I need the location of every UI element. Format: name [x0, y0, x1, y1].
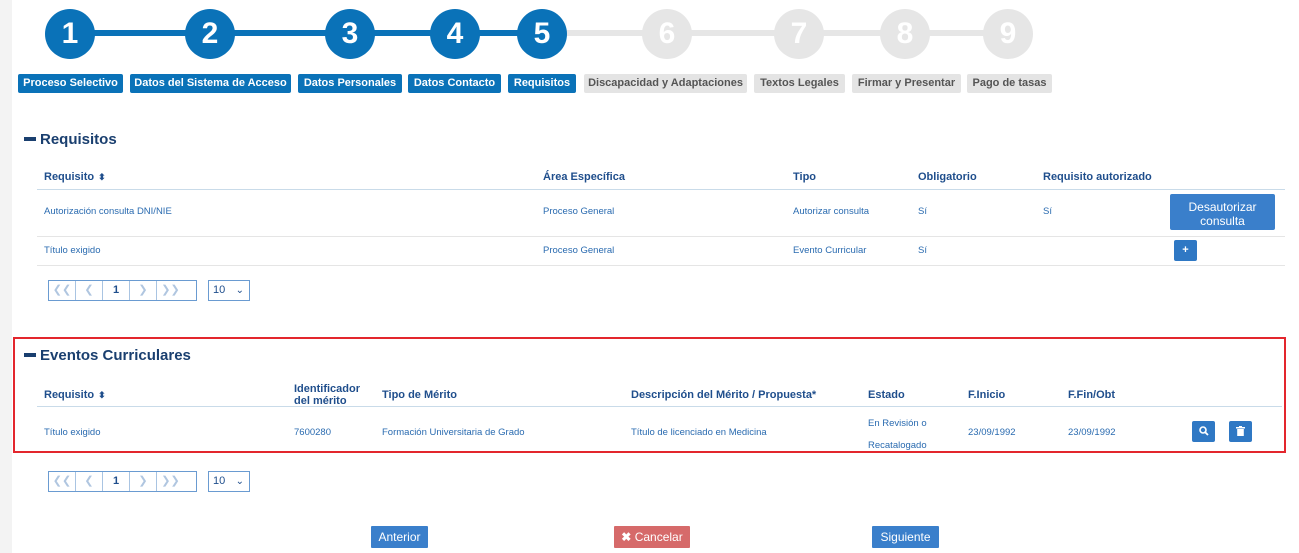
sort-icon: ⬍ — [98, 390, 106, 400]
tab-datos-sistema-acceso[interactable]: Datos del Sistema de Acceso — [130, 74, 291, 93]
col-header-estado: Estado — [868, 389, 905, 401]
step-9: 9 — [983, 9, 1033, 59]
last-page-button[interactable]: ❯❯ — [157, 472, 184, 491]
step-4[interactable]: 4 — [430, 9, 480, 59]
add-evento-button[interactable]: + — [1174, 240, 1197, 261]
chevron-down-icon: ⌄ — [235, 476, 244, 487]
desautorizar-consulta-button[interactable]: Desautorizar consulta — [1170, 194, 1275, 230]
requisitos-title-text: Requisitos — [40, 131, 117, 148]
eventos-title-text: Eventos Curriculares — [40, 347, 191, 364]
tab-textos-legales[interactable]: Textos Legales — [754, 74, 845, 93]
col-header-autorizado: Requisito autorizado — [1043, 171, 1152, 183]
cell-descripcion: Título de licenciado en Medicina — [631, 427, 767, 438]
first-page-button[interactable]: ❮❮ — [49, 472, 76, 491]
cell-obligatorio: Sí — [918, 245, 927, 256]
cell-autorizado: Sí — [1043, 206, 1052, 217]
tab-firmar-presentar[interactable]: Firmar y Presentar — [852, 74, 961, 93]
eventos-section-title[interactable]: Eventos Curriculares — [24, 347, 191, 364]
page-number[interactable]: 1 — [103, 281, 130, 300]
last-page-button[interactable]: ❯❯ — [157, 281, 184, 300]
cell-fin: 23/09/1992 — [1068, 427, 1116, 438]
col-header-fin: F.Fin/Obt — [1068, 389, 1116, 401]
cell-area: Proceso General — [543, 245, 615, 256]
col-header-tipo-merito: Tipo de Mérito — [382, 389, 457, 401]
requisitos-section-title[interactable]: Requisitos — [24, 131, 117, 148]
requisitos-pagination: ❮❮ ❮ 1 ❯ ❯❯ — [48, 280, 197, 301]
cell-obligatorio: Sí — [918, 206, 927, 217]
cell-inicio: 23/09/1992 — [968, 427, 1016, 438]
close-icon: ✖ — [621, 530, 632, 544]
cell-tipo: Evento Curricular — [793, 245, 867, 256]
next-page-button[interactable]: ❯ — [130, 472, 157, 491]
col-header-identificador: Identificador del mérito — [294, 383, 361, 407]
view-evento-button[interactable] — [1192, 421, 1215, 442]
page-size-value: 10 — [213, 284, 226, 296]
table-header-divider — [37, 189, 1285, 190]
cell-requisito: Título exigido — [44, 245, 101, 256]
step-2[interactable]: 2 — [185, 9, 235, 59]
cell-requisito: Autorización consulta DNI/NIE — [44, 206, 172, 217]
step-1[interactable]: 1 — [45, 9, 95, 59]
col-header-area: Área Específica — [543, 171, 625, 183]
step-5[interactable]: 5 — [517, 9, 567, 59]
page-size-value: 10 — [213, 475, 226, 487]
step-7: 7 — [774, 9, 824, 59]
col-header-requisito[interactable]: Requisito ⬍ — [44, 389, 106, 401]
col-header-requisito-label: Requisito — [44, 171, 95, 183]
first-page-button[interactable]: ❮❮ — [49, 281, 76, 300]
page-size-select[interactable]: 10 ⌄ — [208, 280, 250, 301]
delete-evento-button[interactable] — [1229, 421, 1252, 442]
progress-stepper: 1 2 3 4 5 6 7 8 9 — [0, 0, 1299, 66]
anterior-button[interactable]: Anterior — [371, 526, 428, 548]
search-icon — [1198, 426, 1209, 436]
cell-estado: En Revisión o Recatalogado — [868, 418, 927, 451]
tab-datos-personales[interactable]: Datos Personales — [298, 74, 402, 93]
cell-identificador: 7600280 — [294, 427, 331, 438]
cell-tipo-merito: Formación Universitaria de Grado — [382, 427, 525, 438]
col-header-requisito[interactable]: Requisito ⬍ — [44, 171, 106, 183]
prev-page-button[interactable]: ❮ — [76, 472, 103, 491]
cell-requisito: Título exigido — [44, 427, 101, 438]
col-header-inicio: F.Inicio — [968, 389, 1006, 401]
table-row-divider — [37, 265, 1285, 266]
table-row-divider — [37, 236, 1285, 237]
col-header-obligatorio: Obligatorio — [918, 171, 977, 183]
tab-pago-tasas[interactable]: Pago de tasas — [967, 74, 1052, 93]
chevron-down-icon: ⌄ — [235, 285, 244, 296]
cell-tipo: Autorizar consulta — [793, 206, 870, 217]
collapse-icon — [24, 352, 36, 357]
page-size-select[interactable]: 10 ⌄ — [208, 471, 250, 492]
cancelar-button[interactable]: ✖ Cancelar — [614, 526, 690, 548]
trash-icon — [1236, 426, 1245, 437]
siguiente-button[interactable]: Siguiente — [872, 526, 939, 548]
col-header-tipo: Tipo — [793, 171, 817, 183]
sort-icon: ⬍ — [98, 172, 106, 182]
col-header-descripcion: Descripción del Mérito / Propuesta* — [631, 389, 817, 401]
prev-page-button[interactable]: ❮ — [76, 281, 103, 300]
page-number[interactable]: 1 — [103, 472, 130, 491]
left-margin-bar — [0, 0, 12, 553]
table-header-divider — [37, 406, 1282, 407]
collapse-icon — [24, 136, 36, 141]
tab-proceso-selectivo[interactable]: Proceso Selectivo — [18, 74, 123, 93]
cancelar-label: Cancelar — [634, 530, 683, 544]
tab-requisitos[interactable]: Requisitos — [508, 74, 576, 93]
cell-area: Proceso General — [543, 206, 615, 217]
tab-datos-contacto[interactable]: Datos Contacto — [408, 74, 501, 93]
step-3[interactable]: 3 — [325, 9, 375, 59]
tab-discapacidad[interactable]: Discapacidad y Adaptaciones — [584, 74, 747, 93]
step-6: 6 — [642, 9, 692, 59]
step-8: 8 — [880, 9, 930, 59]
col-header-requisito-label: Requisito — [44, 389, 95, 401]
next-page-button[interactable]: ❯ — [130, 281, 157, 300]
eventos-pagination: ❮❮ ❮ 1 ❯ ❯❯ — [48, 471, 197, 492]
